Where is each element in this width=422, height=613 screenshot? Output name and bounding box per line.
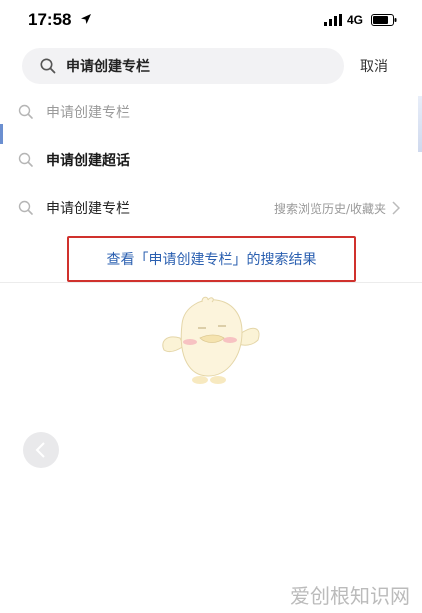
suggestion-hint: 搜索浏览历史/收藏夹	[273, 202, 386, 216]
search-icon	[40, 58, 56, 74]
network-type: 4G	[347, 13, 364, 27]
search-icon	[18, 152, 33, 167]
suggestion-item[interactable]: 申请创建专栏	[0, 90, 422, 134]
search-icon	[18, 200, 33, 215]
location-arrow-icon	[81, 14, 91, 24]
mascot-illustration	[162, 296, 260, 384]
back-button[interactable]	[23, 432, 59, 468]
search-bar: 取消	[0, 44, 422, 90]
suggestion-item[interactable]: 申请创建超话	[0, 138, 422, 182]
divider	[0, 282, 422, 283]
suggestion-text: 申请创建超话	[46, 153, 130, 169]
search-box[interactable]	[22, 48, 344, 84]
watermark: 爱创根知识网	[290, 584, 410, 608]
suggestion-item[interactable]: 申请创建专栏 搜索浏览历史/收藏夹	[0, 186, 422, 230]
suggestion-text: 申请创建专栏	[46, 105, 130, 121]
status-time: 17:58	[28, 10, 72, 29]
search-icon	[18, 104, 33, 119]
cellular-signal-icon	[324, 14, 342, 26]
cancel-button[interactable]: 取消	[360, 56, 388, 76]
search-input[interactable]	[66, 48, 336, 84]
status-bar: 17:58 4G	[0, 0, 422, 44]
chevron-left-icon	[35, 442, 45, 458]
chevron-right-icon	[392, 201, 400, 215]
battery-icon	[371, 14, 397, 26]
search-screen: 17:58 4G 取消	[0, 0, 422, 613]
view-search-results-link[interactable]: 查看「申请创建专栏」的搜索结果	[67, 236, 356, 282]
suggestion-text: 申请创建专栏	[46, 201, 130, 217]
